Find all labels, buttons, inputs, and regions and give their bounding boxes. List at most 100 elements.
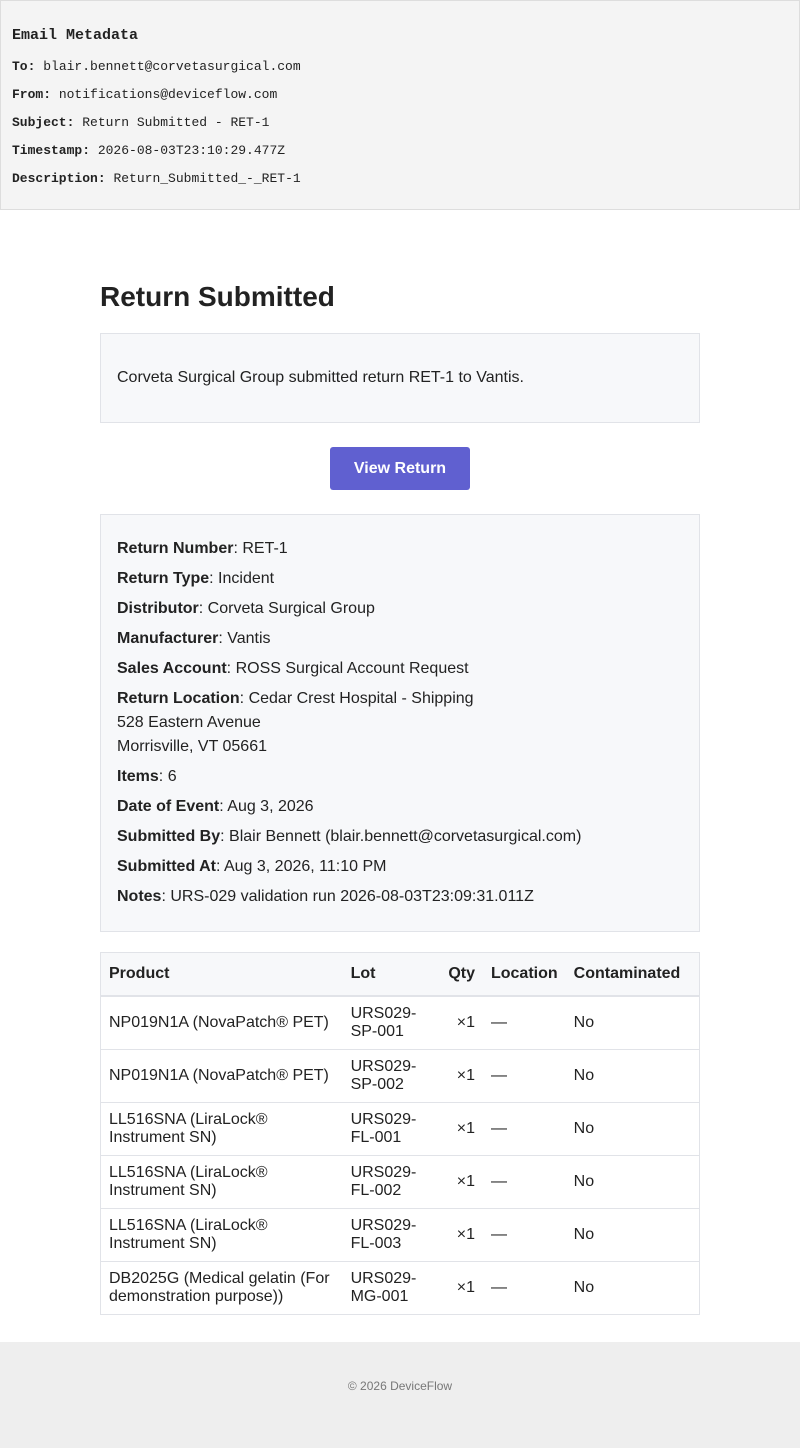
detail-value: Cedar Crest Hospital - Shipping	[248, 690, 474, 707]
detail-value: 6	[167, 768, 177, 785]
email-metadata-panel: Email Metadata To: blair.bennett@corveta…	[0, 0, 800, 210]
detail-return-type: Return Type: Incident	[117, 570, 275, 587]
items-table: Product Lot Qty Location Contaminated NP…	[100, 952, 700, 1315]
cell-product: DB2025G (Medical gelatin (For demonstrat…	[100, 1261, 343, 1315]
detail-sales-account: Sales Account: ROSS Surgical Account Req…	[117, 660, 469, 677]
metadata-description-label: Description:	[12, 171, 106, 186]
metadata-to: To: blair.bennett@corvetasurgical.com	[12, 58, 788, 76]
column-header-qty: Qty	[440, 952, 483, 997]
detail-label: Manufacturer	[117, 630, 219, 647]
metadata-timestamp: Timestamp: 2026-08-03T23:10:29.477Z	[12, 142, 788, 160]
cell-contaminated: No	[565, 1155, 700, 1209]
intro-text: Corveta Surgical Group submitted return …	[117, 369, 524, 386]
detail-value: Aug 3, 2026	[227, 798, 314, 815]
cell-qty: ×1	[440, 996, 483, 1050]
metadata-subject: Subject: Return Submitted - RET-1	[12, 114, 788, 132]
cell-contaminated: No	[565, 1208, 700, 1262]
cell-lot: URS029-MG-001	[342, 1261, 441, 1315]
detail-items: Items: 6	[117, 768, 177, 785]
detail-label: Return Type	[117, 570, 210, 587]
email-body: Return Submitted Corveta Surgical Group …	[100, 280, 700, 1315]
metadata-to-value: blair.bennett@corvetasurgical.com	[43, 59, 301, 74]
detail-label: Submitted By	[117, 828, 221, 845]
detail-notes: Notes: URS-029 validation run 2026-08-03…	[117, 888, 534, 905]
cell-location: —	[482, 1049, 566, 1103]
column-header-location: Location	[482, 952, 566, 997]
detail-value: ROSS Surgical Account Request	[235, 660, 469, 677]
cell-qty: ×1	[440, 1208, 483, 1262]
cell-qty: ×1	[440, 1155, 483, 1209]
view-return-button[interactable]: View Return	[330, 447, 470, 490]
return-details-box: Return Number: RET-1 Return Type: Incide…	[100, 514, 700, 932]
cell-product: NP019N1A (NovaPatch® PET)	[100, 1049, 343, 1103]
detail-label: Return Number	[117, 540, 234, 557]
cell-lot: URS029-FL-002	[342, 1155, 441, 1209]
column-header-lot: Lot	[342, 952, 441, 997]
detail-return-number: Return Number: RET-1	[117, 540, 288, 557]
cell-contaminated: No	[565, 1049, 700, 1103]
detail-label: Items	[117, 768, 159, 785]
detail-label: Notes	[117, 888, 162, 905]
cell-lot: URS029-SP-001	[342, 996, 441, 1050]
detail-value: Blair Bennett (blair.bennett@corvetasurg…	[229, 828, 582, 845]
detail-submitted-at: Submitted At: Aug 3, 2026, 11:10 PM	[117, 858, 387, 875]
metadata-from: From: notifications@deviceflow.com	[12, 86, 788, 104]
metadata-to-label: To:	[12, 59, 36, 74]
detail-submitted-by: Submitted By: Blair Bennett (blair.benne…	[117, 828, 582, 845]
cell-location: —	[482, 1155, 566, 1209]
detail-manufacturer: Manufacturer: Vantis	[117, 630, 271, 647]
detail-date-of-event: Date of Event: Aug 3, 2026	[117, 798, 314, 815]
detail-value: URS-029 validation run 2026-08-03T23:09:…	[170, 888, 534, 905]
detail-value: Aug 3, 2026, 11:10 PM	[223, 858, 387, 875]
detail-value: RET-1	[242, 540, 288, 557]
table-row: DB2025G (Medical gelatin (For demonstrat…	[100, 1261, 700, 1315]
footer-copyright: © 2026 DeviceFlow	[347, 1379, 453, 1393]
metadata-subject-value: Return Submitted - RET-1	[82, 115, 270, 130]
detail-value: Corveta Surgical Group	[207, 600, 375, 617]
cell-contaminated: No	[565, 996, 700, 1050]
cell-lot: URS029-FL-001	[342, 1102, 441, 1156]
cell-location: —	[482, 1261, 566, 1315]
cell-location: —	[482, 1208, 566, 1262]
cell-contaminated: No	[565, 1102, 700, 1156]
table-row: NP019N1A (NovaPatch® PET) URS029-SP-001 …	[100, 996, 700, 1050]
address-city: Morrisville, VT 05661	[117, 738, 267, 755]
detail-return-location: Return Location: Cedar Crest Hospital - …	[117, 687, 683, 759]
metadata-title: Email Metadata	[12, 27, 139, 44]
detail-distributor: Distributor: Corveta Surgical Group	[117, 600, 375, 617]
intro-box: Corveta Surgical Group submitted return …	[100, 333, 700, 423]
metadata-timestamp-value: 2026-08-03T23:10:29.477Z	[97, 143, 286, 158]
metadata-timestamp-label: Timestamp:	[12, 143, 91, 158]
detail-label: Date of Event	[117, 798, 220, 815]
table-row: LL516SNA (LiraLock® Instrument SN) URS02…	[100, 1102, 700, 1156]
address-street: 528 Eastern Avenue	[117, 714, 261, 731]
cell-lot: URS029-FL-003	[342, 1208, 441, 1262]
detail-label: Submitted At	[117, 858, 216, 875]
cell-qty: ×1	[440, 1049, 483, 1103]
cell-product: LL516SNA (LiraLock® Instrument SN)	[100, 1155, 343, 1209]
cell-product: LL516SNA (LiraLock® Instrument SN)	[100, 1208, 343, 1262]
email-title: Return Submitted	[100, 281, 335, 312]
cell-location: —	[482, 996, 566, 1050]
cell-location: —	[482, 1102, 566, 1156]
detail-label: Sales Account	[117, 660, 227, 677]
table-row: LL516SNA (LiraLock® Instrument SN) URS02…	[100, 1155, 700, 1209]
detail-value: Vantis	[227, 630, 271, 647]
cell-product: LL516SNA (LiraLock® Instrument SN)	[100, 1102, 343, 1156]
table-row: NP019N1A (NovaPatch® PET) URS029-SP-002 …	[100, 1049, 700, 1103]
button-container: View Return	[100, 447, 700, 490]
cell-qty: ×1	[440, 1102, 483, 1156]
metadata-description-value: Return_Submitted_-_RET-1	[113, 171, 301, 186]
table-header-row: Product Lot Qty Location Contaminated	[100, 952, 700, 997]
cell-lot: URS029-SP-002	[342, 1049, 441, 1103]
cell-qty: ×1	[440, 1261, 483, 1315]
column-header-contaminated: Contaminated	[565, 952, 700, 997]
email-footer: © 2026 DeviceFlow	[0, 1342, 800, 1448]
metadata-subject-label: Subject:	[12, 115, 75, 130]
metadata-description: Description: Return_Submitted_-_RET-1	[12, 170, 788, 188]
metadata-from-value: notifications@deviceflow.com	[58, 87, 278, 102]
table-row: LL516SNA (LiraLock® Instrument SN) URS02…	[100, 1208, 700, 1262]
detail-value: Incident	[218, 570, 275, 587]
metadata-from-label: From:	[12, 87, 52, 102]
detail-label: Return Location	[117, 690, 240, 707]
